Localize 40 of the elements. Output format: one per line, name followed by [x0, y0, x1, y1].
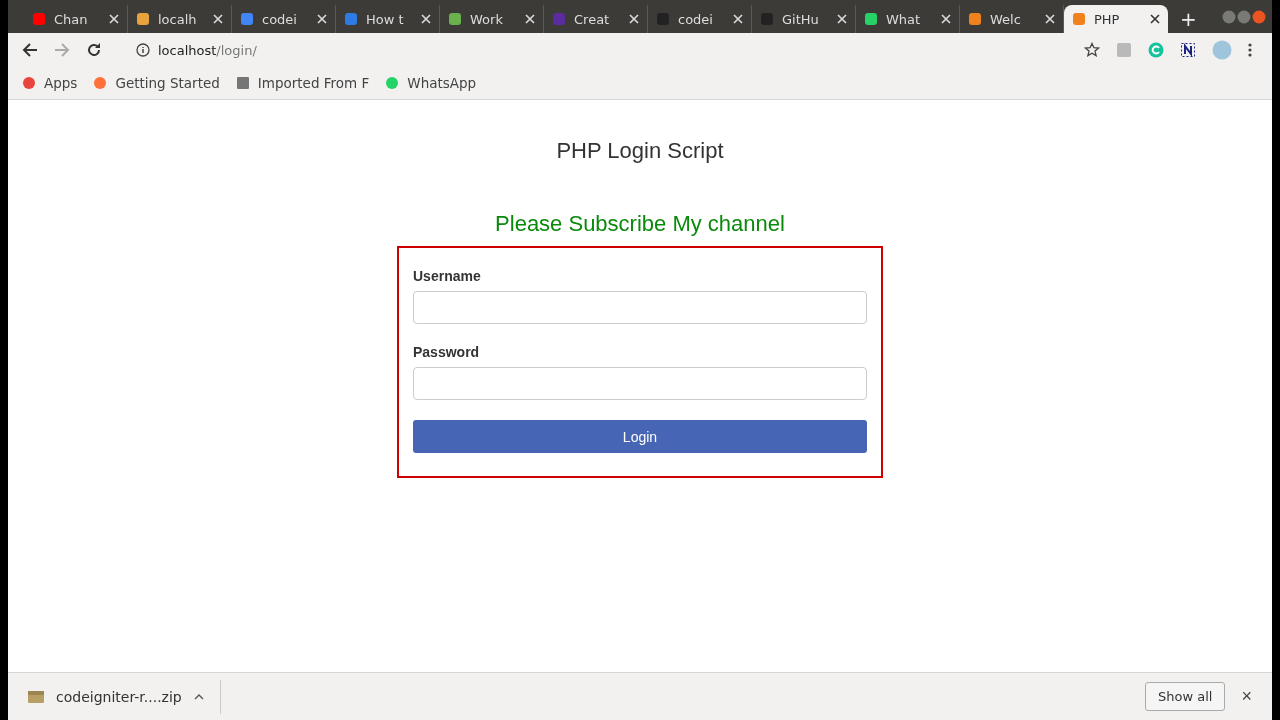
back-icon[interactable]	[22, 42, 38, 58]
notice-text: Please Subscribe My channel	[495, 211, 785, 237]
tab-title: Welc	[990, 11, 1022, 27]
page-title: PHP Login Script	[556, 138, 724, 164]
extension-icon[interactable]	[1180, 42, 1196, 58]
maximize-icon[interactable]	[1237, 9, 1251, 24]
field-label: Username	[413, 268, 482, 284]
close-icon[interactable]	[1150, 14, 1160, 24]
login-button[interactable]: Login	[413, 420, 867, 453]
close-button[interactable]: ×	[1235, 685, 1258, 708]
download-item[interactable]: codeigniter-r....zip	[28, 679, 221, 714]
url-text: localhost/login/	[158, 42, 257, 58]
tab-title: GitHu	[782, 11, 820, 27]
star-icon[interactable]	[1084, 42, 1100, 58]
bookmark[interactable]: Apps	[22, 75, 78, 91]
tab-title: localh	[158, 11, 198, 27]
tab-title: Chan	[54, 11, 89, 27]
input-field[interactable]	[413, 291, 867, 324]
file-name: codeigniter-r....zip	[56, 688, 182, 705]
tab-title: Work	[470, 11, 504, 27]
bookmark[interactable]: Getting Started	[93, 75, 220, 91]
caret-icon	[193, 693, 204, 700]
info-icon	[136, 43, 150, 57]
bookmark[interactable]: Imported From F	[235, 75, 370, 91]
show-all-button[interactable]: Show all	[1145, 682, 1226, 711]
minimize-icon[interactable]	[1222, 9, 1236, 24]
tab-title: codei	[262, 11, 298, 27]
tab-title: Creat	[574, 11, 611, 27]
input-field[interactable]	[413, 367, 867, 400]
menu-icon[interactable]	[1248, 42, 1252, 58]
archive-icon	[28, 689, 44, 704]
tab-title: PHP	[1094, 11, 1121, 27]
tab-title: codei	[678, 11, 714, 27]
tab-title: What	[886, 11, 922, 27]
new-tab-button[interactable]: +	[1174, 7, 1203, 31]
field-label: Password	[413, 344, 481, 360]
browser-tab[interactable]: PHP	[1064, 5, 1168, 33]
bookmark[interactable]: WhatsApp	[385, 75, 477, 91]
tab-title: How t	[366, 11, 405, 27]
reload-icon[interactable]	[86, 42, 102, 58]
